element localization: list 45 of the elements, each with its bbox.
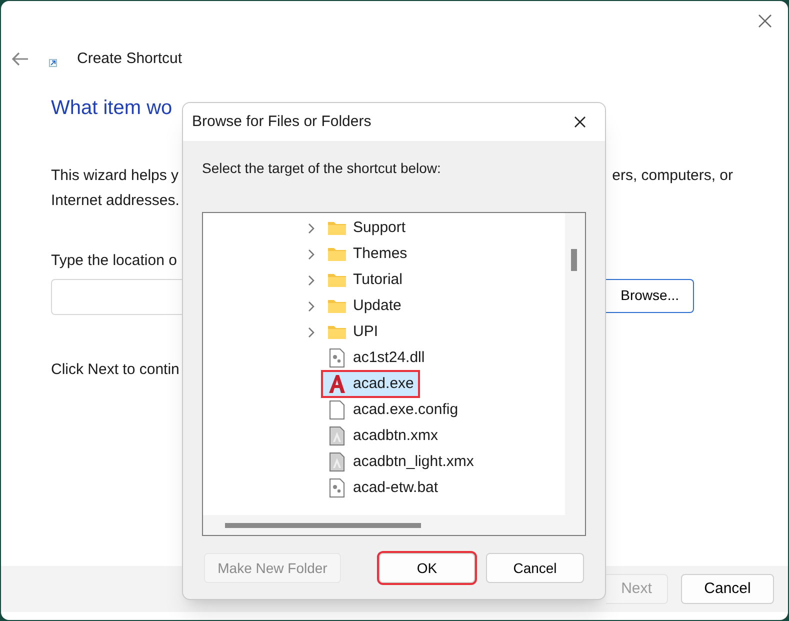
tree-item[interactable]: Themes: [323, 242, 412, 266]
dialog-title: Browse for Files or Folders: [192, 112, 372, 132]
chevron-right-icon[interactable]: [308, 222, 315, 234]
window-title: Create Shortcut: [77, 48, 182, 69]
close-icon[interactable]: [574, 116, 586, 128]
tree-item[interactable]: acad.exe.config: [323, 398, 462, 422]
tree-item[interactable]: Support: [323, 216, 410, 240]
gear-file-icon: [329, 478, 345, 498]
folder-icon: [327, 272, 347, 288]
ok-button[interactable]: OK: [379, 553, 475, 583]
folder-icon: [327, 220, 347, 236]
lettered-file-icon: [329, 452, 345, 472]
footer-text: Click Next to contin: [51, 360, 180, 380]
tree-item[interactable]: Tutorial: [323, 268, 406, 292]
cancel-button[interactable]: Cancel: [681, 574, 774, 604]
folder-icon: [327, 324, 347, 340]
tree-item[interactable]: acadbtn_light.xmx: [323, 450, 478, 474]
shortcut-icon: [49, 59, 57, 67]
chevron-right-icon[interactable]: [308, 300, 315, 312]
browse-button[interactable]: Browse...: [606, 278, 694, 312]
folder-icon: [327, 298, 347, 314]
tree-item[interactable]: acadbtn.xmx: [323, 424, 442, 448]
back-arrow-icon[interactable]: [11, 52, 29, 66]
cancel-button[interactable]: Cancel: [486, 553, 584, 583]
tree-item[interactable]: acad-etw.bat: [323, 476, 442, 500]
tree-item[interactable]: Update: [323, 294, 406, 318]
tree-item[interactable]: acad.exe: [323, 372, 418, 396]
lettered-file-icon: [329, 426, 345, 446]
chevron-right-icon[interactable]: [308, 326, 315, 338]
intro-text: ers, computers, or: [612, 166, 733, 186]
intro-text: This wizard helps y: [51, 166, 180, 186]
app-icon: [327, 374, 347, 394]
chevron-right-icon[interactable]: [308, 274, 315, 286]
tree-item[interactable]: UPI: [323, 320, 382, 344]
location-label: Type the location o: [51, 251, 178, 271]
vertical-scrollbar[interactable]: [565, 213, 585, 535]
file-icon: [329, 400, 345, 420]
dialog-instruction: Select the target of the shortcut below:: [202, 159, 442, 178]
wizard-heading: What item wo: [51, 96, 174, 121]
gear-file-icon: [329, 348, 345, 368]
tree-item[interactable]: ac1st24.dll: [323, 346, 429, 370]
chevron-right-icon[interactable]: [308, 248, 315, 260]
horizontal-scrollbar[interactable]: [203, 515, 565, 535]
folder-icon: [327, 246, 347, 262]
intro-text: Internet addresses.: [51, 190, 180, 210]
